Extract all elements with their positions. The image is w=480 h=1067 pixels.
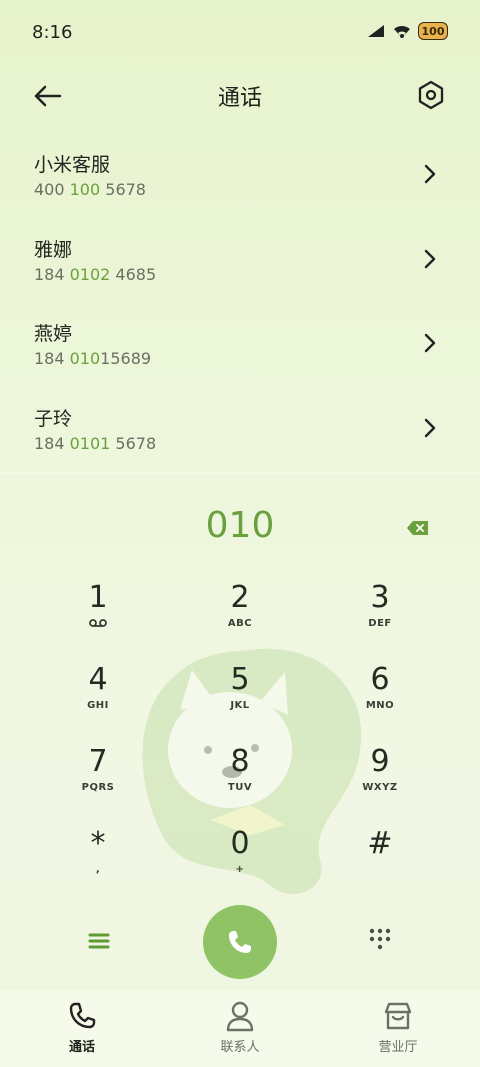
dial-display: 010 [0, 505, 480, 555]
page-title: 通话 [217, 86, 262, 111]
key-letters: PQRS [81, 782, 115, 793]
key-letters: MNO [365, 700, 395, 711]
chevron-right-icon[interactable] [420, 416, 440, 440]
key-digit: 7 [88, 744, 108, 779]
key-digit: 3 [370, 580, 390, 615]
key-digit: 5 [230, 662, 250, 697]
tab-label: 联系人 [220, 1040, 260, 1055]
contact-phone: 184 0102 4685 [34, 264, 157, 284]
key-digit: 9 [370, 744, 390, 779]
key-letters: TUV [227, 782, 253, 793]
status-icons: 100 [366, 22, 448, 40]
menu-icon[interactable] [86, 929, 112, 953]
key-6[interactable]: 6 MNO [320, 662, 440, 740]
key-1[interactable]: 1 [38, 580, 158, 658]
contact-item[interactable]: 子玲 184 0101 5678 [0, 388, 480, 473]
cellular-signal-icon [368, 25, 384, 37]
contact-name: 燕婷 [34, 323, 73, 346]
key-digit: 6 [370, 662, 390, 697]
status-bar: 8:16 100 [0, 0, 480, 64]
key-digit: # [367, 826, 393, 861]
key-letters: , [95, 864, 101, 875]
contact-item[interactable]: 燕婷 184 01015689 [0, 303, 480, 388]
voicemail-icon [89, 619, 107, 627]
key-letters: ABC [227, 618, 253, 629]
contact-phone: 184 0101 5678 [34, 434, 157, 454]
key-digit: 1 [88, 580, 108, 615]
key-letters: + [235, 864, 245, 875]
action-row [0, 905, 480, 981]
battery-indicator: 100 [418, 22, 448, 40]
key-letters: WXYZ [362, 782, 398, 793]
key-star[interactable]: * , [38, 826, 158, 904]
key-3[interactable]: 3 DEF [320, 580, 440, 658]
backspace-icon[interactable] [406, 519, 430, 537]
contact-list: 小米客服 400 100 5678 雅娜 184 0102 4685 燕婷 18… [0, 134, 480, 473]
key-digit: 2 [230, 580, 250, 615]
key-letters: GHI [87, 700, 109, 711]
wifi-icon [394, 25, 410, 38]
key-5[interactable]: 5 JKL [180, 662, 300, 740]
tab-calls[interactable]: 通话 [22, 1000, 142, 1055]
key-4[interactable]: 4 GHI [38, 662, 158, 740]
call-button[interactable] [203, 905, 277, 979]
key-7[interactable]: 7 PQRS [38, 744, 158, 822]
tab-store[interactable]: 营业厅 [338, 1000, 458, 1055]
store-icon [384, 1002, 412, 1030]
chevron-right-icon[interactable] [420, 331, 440, 355]
contact-name: 小米客服 [34, 154, 111, 176]
key-digit: 4 [88, 662, 108, 697]
divider [0, 472, 480, 473]
key-2[interactable]: 2 ABC [180, 580, 300, 658]
battery-level: 100 [421, 24, 445, 38]
key-letters: DEF [368, 618, 392, 629]
settings-hexagon-icon[interactable] [414, 78, 448, 112]
phone-icon [69, 1002, 96, 1029]
dialpad-icon[interactable] [368, 927, 392, 951]
key-hash[interactable]: # [320, 826, 440, 904]
key-0[interactable]: 0 + [180, 826, 300, 904]
chevron-right-icon[interactable] [420, 247, 440, 271]
contact-name: 雅娜 [34, 238, 73, 261]
bottom-tab-bar: 通话 联系人 营业厅 [0, 990, 480, 1067]
header: 通话 [0, 70, 480, 120]
contact-name: 子玲 [34, 408, 73, 431]
contact-item[interactable]: 小米客服 400 100 5678 [0, 134, 480, 219]
tab-contacts[interactable]: 联系人 [180, 1000, 300, 1055]
chevron-right-icon[interactable] [420, 162, 440, 186]
key-digit: * [90, 826, 106, 861]
phone-icon [229, 931, 251, 953]
key-digit: 8 [230, 744, 250, 779]
contact-phone: 400 100 5678 [34, 180, 146, 199]
contact-phone: 184 01015689 [34, 349, 152, 369]
tab-label: 通话 [68, 1040, 95, 1055]
contact-item[interactable]: 雅娜 184 0102 4685 [0, 219, 480, 304]
key-digit: 0 [230, 826, 250, 861]
key-8[interactable]: 8 TUV [180, 744, 300, 822]
person-icon [226, 1001, 254, 1032]
key-9[interactable]: 9 WXYZ [320, 744, 440, 822]
key-letters: JKL [230, 700, 250, 711]
status-time: 8:16 [32, 22, 73, 43]
tab-label: 营业厅 [378, 1040, 418, 1055]
